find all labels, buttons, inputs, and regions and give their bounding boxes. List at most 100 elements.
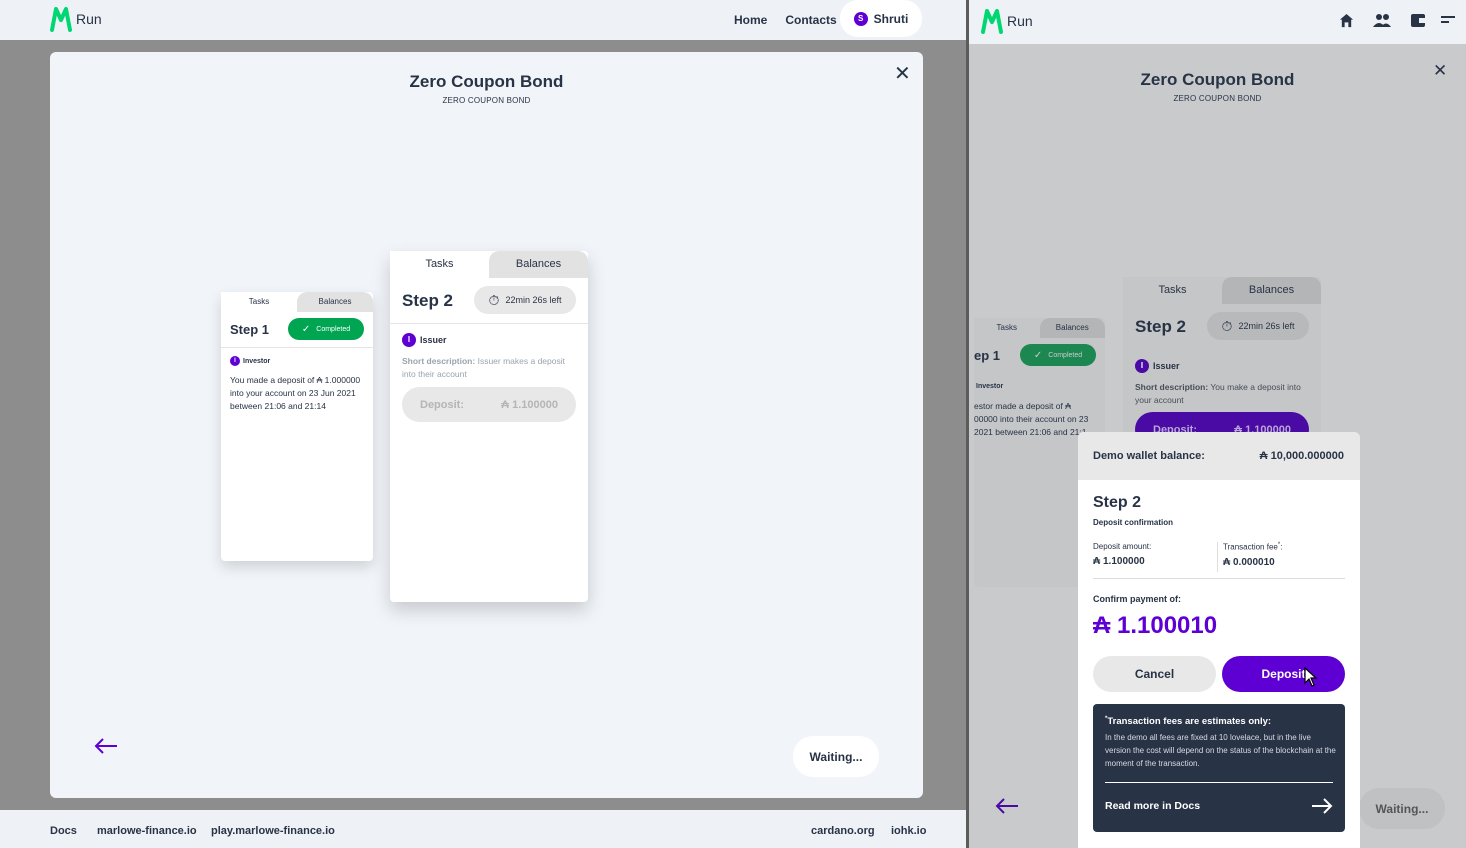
card-tabs: Tasks Balances <box>221 292 373 312</box>
dialog-step-title: Step 2 <box>1093 494 1142 511</box>
back-arrow-icon[interactable] <box>94 738 118 759</box>
description-label: Short description: <box>1135 382 1209 392</box>
close-icon[interactable]: ✕ <box>894 64 911 84</box>
completed-badge: ✓ Completed <box>288 318 364 340</box>
task-text-line: estor made a deposit of ₳ <box>974 401 1071 411</box>
stopwatch-icon: ⏱ <box>488 291 500 308</box>
nav-home-link[interactable]: Home <box>734 13 767 27</box>
step-2-card: Tasks Balances Step 2 ⏱ 22min 26s left I… <box>390 251 588 602</box>
deposit-button-disabled[interactable]: Deposit: ₳ 1.100000 <box>402 387 576 422</box>
fee-note-text: In the demo all fees are fixed at 10 lov… <box>1105 733 1336 768</box>
tab-tasks[interactable]: Tasks <box>1123 277 1222 304</box>
role-label: Investor <box>976 383 1004 390</box>
card-tabs: Tasks Balances <box>390 251 588 278</box>
footer-cardano-link[interactable]: cardano.org <box>811 825 875 837</box>
wallet-balance-label: Demo wallet balance: <box>1093 450 1205 462</box>
user-menu-button[interactable]: S Shruti <box>840 0 922 37</box>
deposit-button[interactable]: Deposit <box>1222 656 1345 692</box>
read-more-label: Read more in Docs <box>1105 800 1201 812</box>
card-tabs: Tasks Balances <box>974 318 1105 338</box>
deposit-amount-label: Deposit amount: <box>1093 542 1152 551</box>
dialog-subtitle: Deposit confirmation <box>1093 518 1174 527</box>
confirm-payment-label: Confirm payment of: <box>1093 594 1182 604</box>
completed-badge: ✓ Completed <box>1020 344 1096 366</box>
cancel-button[interactable]: Cancel <box>1093 656 1216 692</box>
fee-note-title: *Transaction fees are estimates only: <box>1105 716 1271 727</box>
wallet-icon[interactable] <box>1410 13 1426 28</box>
modal-subtitle: ZERO COUPON BOND <box>1173 94 1262 103</box>
footer-docs-link[interactable]: Docs <box>50 825 77 837</box>
deposit-amount-block: Deposit amount: ₳ 1.100000 <box>1093 542 1217 567</box>
home-icon[interactable] <box>1339 13 1354 28</box>
marlowe-logo-icon <box>981 9 1003 34</box>
tab-tasks[interactable]: Tasks <box>974 318 1040 338</box>
brand-logo[interactable]: Run <box>50 6 102 32</box>
right-pane: Run Zero Coupon Bond ZERO COUPON BOND ✕ … <box>969 0 1466 848</box>
transaction-fee-value: ₳ 0.000010 <box>1223 556 1275 568</box>
footer-play-link[interactable]: play.marlowe-finance.io <box>211 825 335 837</box>
status-label: Completed <box>316 325 351 333</box>
tab-tasks[interactable]: Tasks <box>390 251 489 278</box>
menu-icon[interactable] <box>1441 15 1455 25</box>
card-divider <box>390 323 588 324</box>
nav-contacts-link[interactable]: Contacts <box>785 13 836 27</box>
tab-balances[interactable]: Balances <box>489 251 588 278</box>
role-row: I Issuer <box>402 333 447 347</box>
note-title-text: Transaction fees are estimates only: <box>1107 716 1272 728</box>
footer-iohk-link[interactable]: iohk.io <box>891 825 926 837</box>
waiting-button[interactable]: Waiting... <box>793 736 879 777</box>
transaction-fee-label: Transaction fee <box>1223 542 1278 552</box>
role-avatar: I <box>1135 359 1149 373</box>
top-bar: Run Home Contacts S Shruti <box>0 0 966 40</box>
check-icon: ✓ <box>1033 349 1043 361</box>
timer-label: 22min 26s left <box>1238 321 1295 331</box>
role-avatar: I <box>402 333 416 347</box>
mouse-cursor-icon <box>1304 667 1318 687</box>
footer: Docs marlowe-finance.io play.marlowe-fin… <box>0 810 966 848</box>
step-title: ep 1 <box>974 348 1001 363</box>
tab-balances[interactable]: Balances <box>1222 277 1321 304</box>
role-row: I Investor <box>230 356 270 366</box>
user-name: Shruti <box>873 11 909 26</box>
brand-name: Run <box>1007 13 1033 29</box>
tab-balances[interactable]: Balances <box>1039 318 1105 338</box>
role-label: Issuer <box>1153 361 1180 371</box>
timer-badge: ⏱ 22min 26s left <box>1207 312 1309 340</box>
timer-label: 22min 26s left <box>505 295 562 305</box>
arrow-right-icon <box>1312 798 1333 814</box>
back-arrow-icon[interactable] <box>995 798 1019 819</box>
waiting-button[interactable]: Waiting... <box>1359 788 1445 829</box>
task-text: You made a deposit of ₳ 1.000000 into yo… <box>230 375 361 411</box>
step-1-card: Tasks Balances Step 1 ✓ Completed I Inve… <box>221 292 373 561</box>
transaction-fee-block: Transaction fee*: ₳ 0.000010 <box>1223 542 1345 568</box>
deposit-amount-value: ₳ 1.100000 <box>1093 556 1145 567</box>
description-label: Short description: <box>402 356 476 366</box>
brand-logo[interactable]: Run <box>981 8 1033 34</box>
transaction-fee-label-row: Transaction fee*: <box>1223 542 1345 552</box>
tab-tasks[interactable]: Tasks <box>221 292 297 312</box>
footer-marlowe-link[interactable]: marlowe-finance.io <box>97 825 197 837</box>
stopwatch-icon: ⏱ <box>1221 317 1233 334</box>
contacts-icon[interactable] <box>1373 13 1391 28</box>
note-divider <box>1105 782 1333 783</box>
modal-title: Zero Coupon Bond <box>1140 70 1295 89</box>
role-avatar: I <box>230 356 240 366</box>
fee-note-panel: *Transaction fees are estimates only: In… <box>1093 704 1345 832</box>
contract-modal: Zero Coupon Bond ZERO COUPON BOND ✕ Task… <box>50 52 923 798</box>
step-title: Step 2 <box>402 291 454 310</box>
short-description: Short description: You make a deposit in… <box>1135 381 1311 407</box>
tab-balances[interactable]: Balances <box>297 292 373 312</box>
status-label: Completed <box>1048 351 1083 359</box>
fee-colon: : <box>1280 542 1283 552</box>
deposit-value: ₳ 1.100000 <box>501 398 558 411</box>
row-divider <box>1093 578 1345 579</box>
nav-links: Home Contacts <box>734 13 837 27</box>
role-label: Investor <box>243 357 271 365</box>
check-icon: ✓ <box>301 323 311 335</box>
close-icon[interactable]: ✕ <box>1433 62 1447 79</box>
deposit-label: Deposit: <box>420 398 464 411</box>
read-more-docs-link[interactable]: Read more in Docs <box>1105 794 1333 818</box>
step-title: Step 1 <box>230 322 270 337</box>
deposit-confirmation-dialog: Demo wallet balance: ₳ 10,000.000000 Ste… <box>1078 432 1360 848</box>
modal-subtitle: ZERO COUPON BOND <box>442 96 531 105</box>
